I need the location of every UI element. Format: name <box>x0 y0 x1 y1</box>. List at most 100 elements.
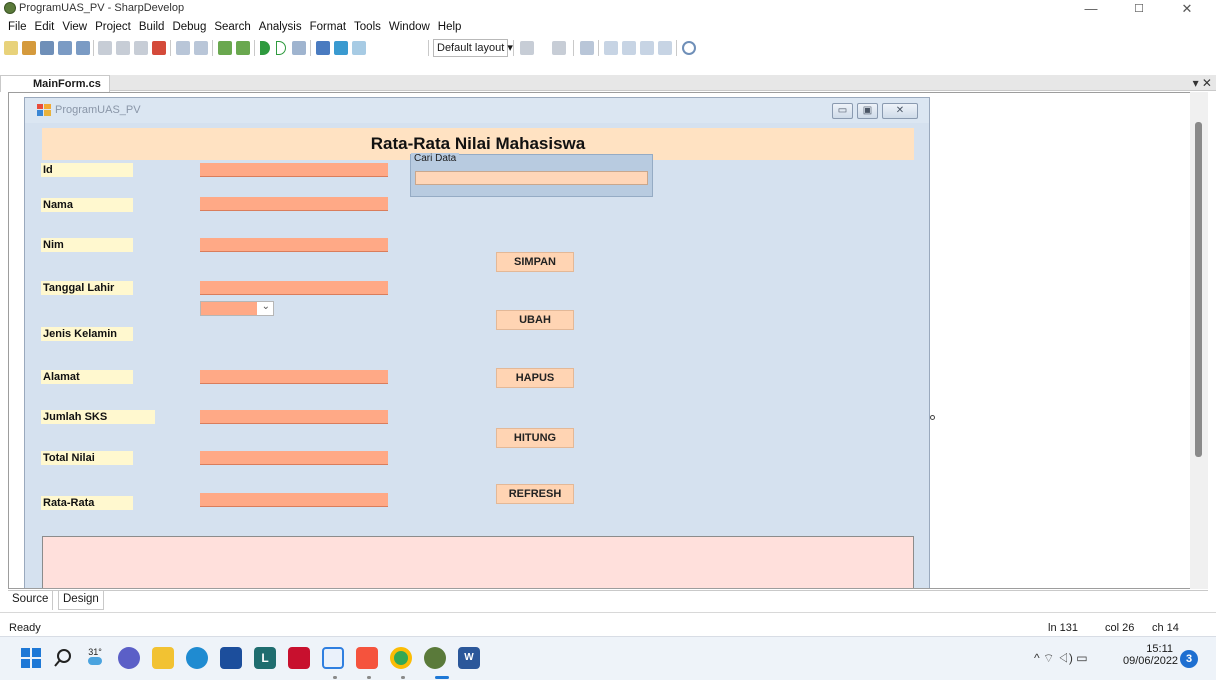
hapus-button[interactable]: HAPUS <box>496 368 574 388</box>
textbox-rata-rata[interactable] <box>200 493 388 507</box>
word-icon[interactable]: W <box>458 647 480 669</box>
step-out-icon[interactable] <box>352 41 366 55</box>
close-button[interactable]: ✕ <box>1164 0 1210 18</box>
sharpdevelop-taskbar-icon[interactable] <box>424 647 446 669</box>
bookmark-icon[interactable] <box>552 41 566 55</box>
file-explorer-icon[interactable] <box>152 647 174 669</box>
redo-icon[interactable] <box>194 41 208 55</box>
menu-view[interactable]: View <box>58 18 91 36</box>
tab-design[interactable]: Design <box>58 591 104 610</box>
search-in-files-icon[interactable] <box>520 41 534 55</box>
bookmark-clear-icon[interactable] <box>658 41 672 55</box>
data-grid-view[interactable] <box>42 536 914 588</box>
menu-edit[interactable]: Edit <box>31 18 59 36</box>
bookmark-prev-icon[interactable] <box>622 41 636 55</box>
form-resize-handle[interactable] <box>930 415 935 420</box>
build-icon[interactable] <box>218 41 232 55</box>
open-project-icon[interactable] <box>22 41 36 55</box>
edge-browser-icon[interactable] <box>186 647 208 669</box>
undo-icon[interactable] <box>176 41 190 55</box>
microsoft-store-icon[interactable] <box>220 647 242 669</box>
form-close-icon: ✕ <box>882 103 918 119</box>
textbox-alamat[interactable] <box>200 370 388 384</box>
menu-project[interactable]: Project <box>91 18 135 36</box>
status-ready: Ready <box>9 622 41 634</box>
menu-window[interactable]: Window <box>385 18 434 36</box>
textbox-nim[interactable] <box>200 238 388 252</box>
tab-source[interactable]: Source <box>8 591 54 610</box>
weather-icon[interactable]: 31° <box>84 647 106 669</box>
toolbar: Default layout ▾ <box>0 37 1216 75</box>
menu-search[interactable]: Search <box>210 18 254 36</box>
form-client-area: Rata-Rata Nilai Mahasiswa Id Nama Nim Ta… <box>25 123 929 588</box>
cut-icon[interactable] <box>98 41 112 55</box>
label-id[interactable]: Id <box>41 163 133 177</box>
maximize-button[interactable]: ☐ <box>1116 0 1162 18</box>
menu-file[interactable]: File <box>4 18 31 36</box>
ubah-button[interactable]: UBAH <box>496 310 574 330</box>
run-icon[interactable] <box>260 41 270 55</box>
label-alamat[interactable]: Alamat <box>41 370 133 384</box>
open-file-icon[interactable] <box>40 41 54 55</box>
stop-icon[interactable] <box>292 41 306 55</box>
save-icon[interactable] <box>58 41 72 55</box>
search-icon[interactable] <box>52 647 74 669</box>
windows-start-icon[interactable] <box>20 647 42 669</box>
textbox-jumlah-sks[interactable] <box>200 410 388 424</box>
bookmark-toggle-icon[interactable] <box>604 41 618 55</box>
simpan-button[interactable]: SIMPAN <box>496 252 574 272</box>
label-jenis-kelamin[interactable]: Jenis Kelamin <box>41 327 133 341</box>
save-all-icon[interactable] <box>76 41 90 55</box>
new-file-icon[interactable] <box>4 41 18 55</box>
minimize-button[interactable]: — <box>1068 0 1114 18</box>
chevron-down-icon[interactable]: ⌄ <box>262 301 270 312</box>
tray-icons[interactable]: ^ ⌔ ◁) ▭ <box>1034 651 1088 666</box>
teams-chat-icon[interactable] <box>118 647 140 669</box>
designed-form[interactable]: ProgramUAS_PV ▭ ▣ ✕ Rata-Rata Nilai Maha… <box>24 97 930 588</box>
menu-help[interactable]: Help <box>434 18 466 36</box>
xampp-icon[interactable] <box>356 647 378 669</box>
hitung-button[interactable]: HITUNG <box>496 428 574 448</box>
group-cari-data[interactable]: Cari Data <box>410 153 653 197</box>
menu-tools[interactable]: Tools <box>350 18 385 36</box>
label-jumlah-sks[interactable]: Jumlah SKS <box>41 410 155 424</box>
refresh-button[interactable]: REFRESH <box>496 484 574 504</box>
snipping-tool-icon[interactable] <box>322 647 344 669</box>
notification-badge[interactable]: 3 <box>1180 650 1198 668</box>
find-icon[interactable] <box>682 41 696 55</box>
menu-debug[interactable]: Debug <box>168 18 210 36</box>
layout-select[interactable]: Default layout ▾ <box>433 39 513 57</box>
mcafee-icon[interactable] <box>288 647 310 669</box>
run-without-debug-icon[interactable] <box>276 41 286 55</box>
menu-analysis[interactable]: Analysis <box>255 18 306 36</box>
tab-strip-controls[interactable]: ▾ ✕ <box>1193 75 1212 91</box>
chrome-icon[interactable] <box>390 647 412 669</box>
step-into-icon[interactable] <box>334 41 348 55</box>
label-total-nilai[interactable]: Total Nilai <box>41 451 133 465</box>
delete-icon[interactable] <box>152 41 166 55</box>
app-l-icon[interactable]: L <box>254 647 276 669</box>
textbox-total-nilai[interactable] <box>200 451 388 465</box>
rebuild-icon[interactable] <box>236 41 250 55</box>
combobox-jenis-kelamin[interactable]: ⌄ <box>200 301 274 316</box>
scrollbar-thumb[interactable] <box>1195 122 1202 457</box>
label-nim[interactable]: Nim <box>41 238 133 252</box>
tab-mainform-cs[interactable]: MainForm.cs <box>0 75 110 92</box>
textbox-id[interactable] <box>200 163 388 177</box>
comment-icon[interactable] <box>580 41 594 55</box>
running-indicator <box>367 676 371 679</box>
view-tab-strip: Source Design <box>8 590 1208 610</box>
textbox-tanggal-lahir[interactable] <box>200 281 388 295</box>
textbox-nama[interactable] <box>200 197 388 211</box>
label-tanggal-lahir[interactable]: Tanggal Lahir <box>41 281 133 295</box>
label-nama[interactable]: Nama <box>41 198 133 212</box>
step-over-icon[interactable] <box>316 41 330 55</box>
copy-icon[interactable] <box>116 41 130 55</box>
menu-format[interactable]: Format <box>306 18 350 36</box>
tray-clock[interactable]: 15:11 09/06/2022 <box>1123 643 1178 667</box>
search-input[interactable] <box>415 171 648 185</box>
bookmark-next-icon[interactable] <box>640 41 654 55</box>
paste-icon[interactable] <box>134 41 148 55</box>
label-rata-rata[interactable]: Rata-Rata <box>41 496 133 510</box>
menu-build[interactable]: Build <box>135 18 169 36</box>
